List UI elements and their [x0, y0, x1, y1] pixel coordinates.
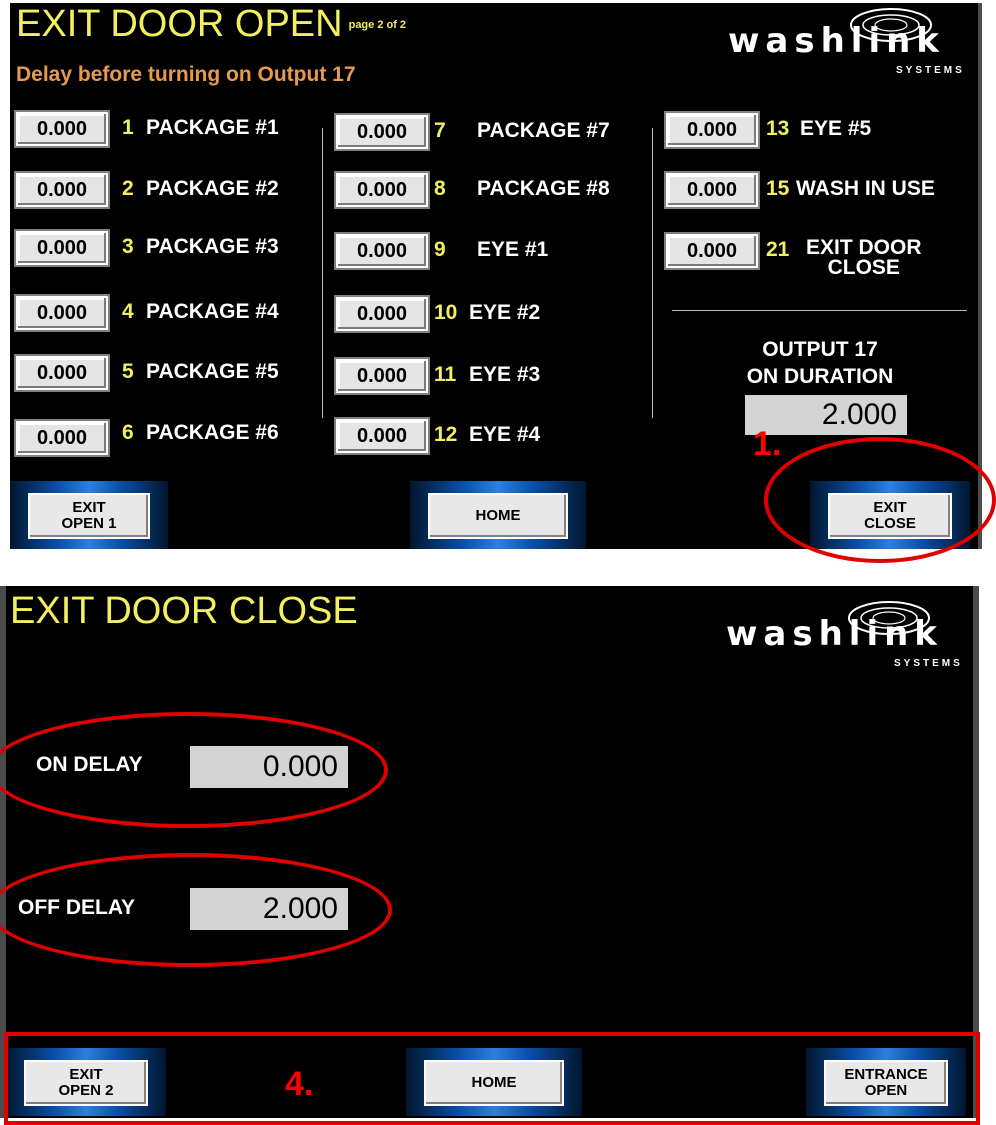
delay-value-box[interactable]: 0.000 [334, 232, 430, 270]
input-number: 7 [434, 119, 446, 142]
washlink-logo: washlink SYSTEMS [728, 3, 978, 83]
column-divider [652, 128, 653, 418]
column-divider [322, 128, 323, 418]
delay-value-box[interactable]: 0.000 [14, 354, 110, 392]
input-label: EYE #1 [477, 238, 549, 261]
annotation-ellipse-on-delay [0, 712, 388, 828]
delay-value-box[interactable]: 0.000 [334, 357, 430, 395]
input-label: WASH IN USE [796, 177, 935, 200]
delay-value-box[interactable]: 0.000 [334, 113, 430, 151]
logo-subtext: SYSTEMS [896, 65, 965, 76]
delay-value-box[interactable]: 0.000 [14, 294, 110, 332]
input-number: 11 [434, 363, 457, 386]
delay-value-box[interactable]: 0.000 [14, 229, 110, 267]
input-label: PACKAGE #5 [146, 360, 279, 383]
logo-subtext: SYSTEMS [894, 658, 963, 669]
input-number: 10 [434, 301, 458, 324]
annotation-ellipse-off-delay [0, 853, 392, 967]
input-number: 4 [122, 300, 134, 323]
output-label-line1: OUTPUT 17 [762, 338, 878, 361]
delay-value-box[interactable]: 0.000 [334, 417, 430, 455]
exit-open-1-button-frame: EXIT OPEN 1 [10, 481, 168, 549]
input-number: 1 [122, 116, 134, 139]
delay-value-box[interactable]: 0.000 [14, 419, 110, 457]
input-label: PACKAGE #1 [146, 116, 279, 139]
output-label-line2: ON DURATION [746, 365, 894, 388]
input-number: 12 [434, 423, 458, 446]
input-label: PACKAGE #6 [146, 421, 279, 444]
delay-value-box[interactable]: 0.000 [14, 110, 110, 148]
delay-value-box[interactable]: 0.000 [664, 232, 760, 270]
input-label: EXIT DOOR CLOSE [806, 236, 922, 279]
input-label: PACKAGE #7 [477, 119, 610, 142]
delay-value-box[interactable]: 0.000 [334, 295, 430, 333]
input-number: 21 [766, 238, 790, 261]
input-label: PACKAGE #2 [146, 177, 279, 200]
page-title: EXIT DOOR OPEN page 2 of 2 [16, 3, 407, 45]
input-number: 15 [766, 177, 790, 200]
input-label: EYE #5 [800, 117, 872, 140]
home-button-frame: HOME [410, 481, 586, 549]
logo-text: washlink [728, 21, 945, 61]
input-number: 6 [122, 421, 134, 444]
input-number: 2 [122, 177, 134, 200]
section-divider [672, 310, 967, 311]
delay-value-box[interactable]: 0.000 [334, 171, 430, 209]
delay-value-box[interactable]: 0.000 [664, 171, 760, 209]
input-number: 13 [766, 117, 790, 140]
input-label: PACKAGE #3 [146, 235, 279, 258]
delay-value-box[interactable]: 0.000 [664, 111, 760, 149]
input-number: 3 [122, 235, 134, 258]
input-number: 5 [122, 360, 134, 383]
page-indicator: page 2 of 2 [348, 19, 407, 31]
logo-text: washlink [726, 614, 943, 654]
input-number: 9 [434, 238, 446, 261]
annotation-ellipse-exit-close [764, 437, 996, 563]
input-label: PACKAGE #8 [477, 177, 610, 200]
input-label: PACKAGE #4 [146, 300, 279, 323]
annotation-step-4: 4. [285, 1065, 314, 1103]
page-subtitle: Delay before turning on Output 17 [16, 63, 356, 86]
input-number: 8 [434, 177, 446, 200]
input-label: EYE #3 [469, 363, 541, 386]
delay-value-box[interactable]: 0.000 [14, 171, 110, 209]
exit-open-1-button[interactable]: EXIT OPEN 1 [28, 493, 150, 539]
washlink-logo: washlink SYSTEMS [726, 596, 973, 676]
home-button[interactable]: HOME [428, 493, 568, 539]
page-title: EXIT DOOR CLOSE [10, 590, 358, 632]
input-label: EYE #2 [469, 301, 541, 324]
annotation-step-1: 1. [753, 425, 782, 463]
annotation-rect-button-bar [4, 1032, 980, 1125]
input-label: EYE #4 [469, 423, 541, 446]
